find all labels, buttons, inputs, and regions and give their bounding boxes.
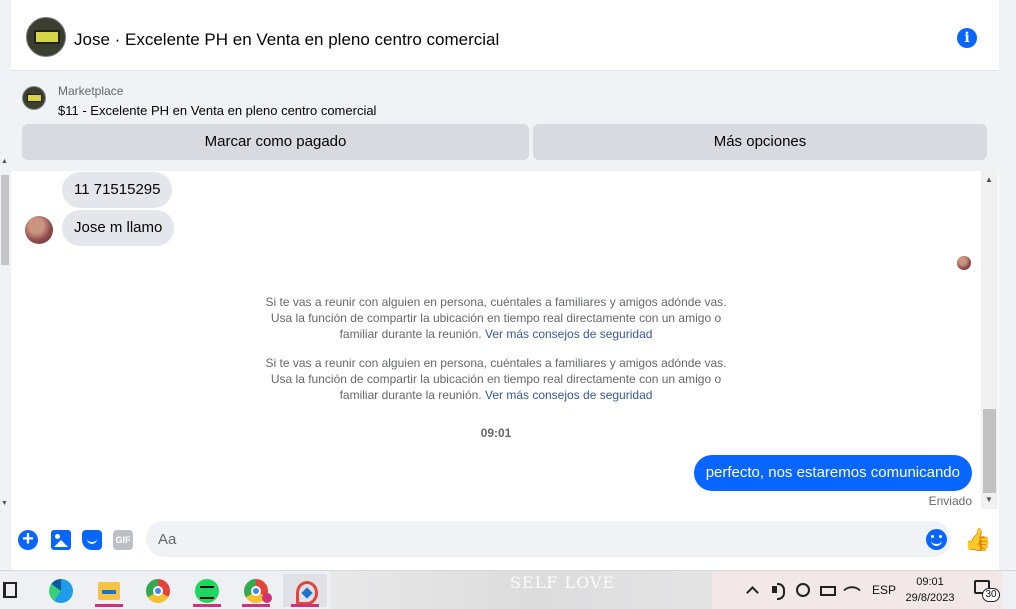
read-receipt-avatar [957,256,971,270]
language-indicator[interactable]: ESP [872,571,896,609]
listing-thumbnail[interactable] [22,86,46,110]
notification-count-badge: 30 [982,588,1000,602]
photo-icon[interactable] [51,530,71,550]
safety-notice-line: Usa la función de compartir la ubicación… [270,372,722,386]
network-icon[interactable] [796,583,810,597]
gif-icon[interactable]: GIF [113,530,133,550]
windows-taskbar: SELF LOVE ESP 09:01 29/8/2023 30 [0,570,1016,609]
message-composer: + GIF 👍 [11,514,999,570]
wallpaper-strip: SELF LOVE [330,571,740,609]
message-status: Enviado [928,494,972,508]
time-separator: 09:01 [480,426,512,440]
chrome-icon [146,578,170,603]
taskbar-edge[interactable] [39,574,83,607]
safety-notice: Si te vas a reunir con alguien en person… [246,294,746,342]
battery-icon[interactable] [820,586,836,596]
listing-title[interactable]: $11 - Excelente PH en Venta en pleno cen… [58,103,376,118]
screen: ▲ ▼ Jose · Excelente PH en Venta en plen… [0,0,1016,609]
page-scrollbar[interactable]: ▲ ▼ [0,0,11,520]
emoji-icon[interactable] [926,529,947,550]
clock-time: 09:01 [916,576,944,588]
marketplace-label: Marketplace [58,84,124,98]
scroll-up-arrow-icon[interactable]: ▲ [985,175,993,184]
marketplace-panel: Marketplace $11 - Excelente PH en Venta … [11,71,999,171]
scroll-up-arrow-icon[interactable]: ▲ [1,158,8,165]
chat-header: Jose · Excelente PH en Venta en pleno ce… [11,0,999,71]
scroll-down-arrow-icon[interactable]: ▼ [1,500,8,507]
chat-window: Jose · Excelente PH en Venta en pleno ce… [11,0,999,570]
file-explorer-icon [98,581,120,600]
plus-icon[interactable]: + [18,529,38,550]
chrome-profile-icon [244,578,268,603]
safety-notice-line: Si te vas a reunir con alguien en person… [265,356,727,370]
wallpaper-text: SELF LOVE [510,573,616,592]
speaker-icon[interactable] [772,583,786,600]
task-view-icon[interactable] [3,582,17,598]
incoming-message[interactable]: Jose m llamo [62,210,175,246]
safety-tips-link[interactable]: Ver más consejos de seguridad [485,327,652,341]
spotify-icon [195,578,219,603]
messages-scrollbar[interactable]: ▲ ▼ [981,171,998,509]
sticker-icon[interactable] [82,530,102,550]
safety-notice-line: Usa la función de compartir la ubicación… [270,311,722,325]
outgoing-message[interactable]: perfecto, nos estaremos comunicando [693,455,972,491]
edge-icon [49,578,73,603]
safety-notice: Si te vas a reunir con alguien en person… [246,355,746,403]
mark-paid-button[interactable]: Marcar como pagado [22,124,529,160]
taskbar-spotify[interactable] [185,574,229,607]
safety-notice-line: familiar durante la reunión. [339,327,482,341]
contact-title[interactable]: Jose · Excelente PH en Venta en pleno ce… [74,30,499,50]
thumbs-up-icon[interactable]: 👍 [964,527,991,553]
system-clock[interactable]: 09:01 29/8/2023 [896,574,964,606]
more-options-button[interactable]: Más opciones [533,124,987,160]
taskbar-chrome[interactable] [136,574,180,607]
contact-avatar[interactable] [26,17,66,57]
safety-notice-line: familiar durante la reunión. [339,388,482,402]
safety-tips-link[interactable]: Ver más consejos de seguridad [485,388,652,402]
taskbar-paint[interactable] [283,574,327,607]
safety-notice-line: Si te vas a reunir con alguien en person… [265,295,727,309]
taskbar-chrome-profile[interactable] [234,574,278,607]
page-scrollbar-thumb[interactable] [1,175,9,265]
info-icon[interactable]: i [957,28,977,48]
message-input[interactable] [146,521,951,557]
paint-icon [293,579,318,605]
message-list: 11 71515295 Jose m llamo Si te vas a reu… [11,171,999,511]
page-edge [999,0,1016,570]
scroll-down-arrow-icon[interactable]: ▼ [985,495,993,504]
taskbar-file-explorer[interactable] [87,574,131,607]
sender-avatar[interactable] [25,216,53,244]
messages-scrollbar-thumb[interactable] [983,409,996,493]
clock-date: 29/8/2023 [905,592,955,604]
incoming-message[interactable]: 11 71515295 [62,172,173,208]
